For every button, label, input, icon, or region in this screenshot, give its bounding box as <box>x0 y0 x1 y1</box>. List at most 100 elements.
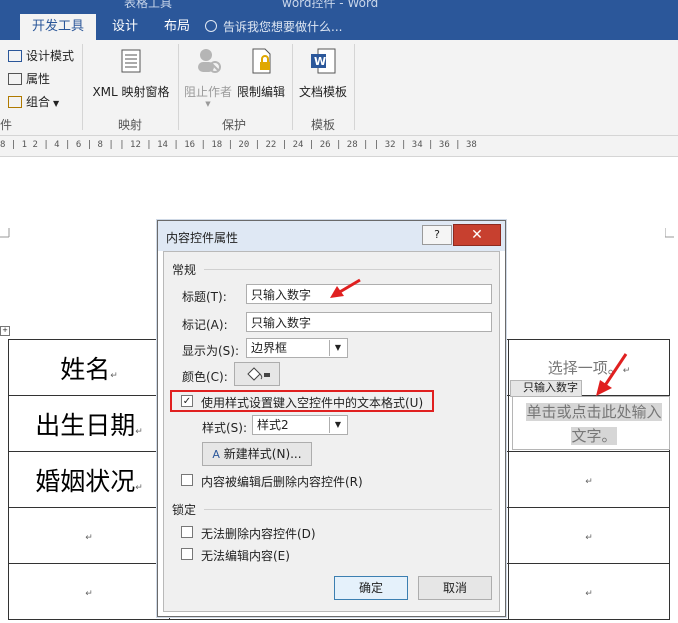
ruler-scale: 8 | 1 2 | 4 | 6 | 8 | | 12 | 14 | 16 | 1… <box>0 140 477 150</box>
properties-button[interactable]: 属性 <box>8 70 50 87</box>
design-mode-icon <box>8 50 22 62</box>
close-button[interactable]: ✕ <box>453 224 501 246</box>
group-button[interactable]: 组合 ▼ <box>8 93 59 110</box>
paragraph-mark: ↵ <box>585 532 593 543</box>
general-section-heading: 常规 <box>172 263 197 277</box>
tab-design[interactable]: 设计 <box>104 14 146 40</box>
table-cell[interactable]: ↵ <box>8 563 170 620</box>
context-tab-title: 表格工具 <box>124 0 173 10</box>
content-control-placeholder[interactable]: 单击或点击此处输入文字。 <box>522 400 666 448</box>
tag-input[interactable]: 只输入数字 <box>246 312 492 332</box>
birthdate-label: 出生日期 <box>35 410 136 440</box>
show-as-select[interactable]: 边界框 ▼ <box>246 338 348 358</box>
paragraph-mark: ↵ <box>585 476 593 487</box>
lightbulb-icon <box>205 20 217 32</box>
color-label: 颜色(C): <box>182 370 228 384</box>
table-cell[interactable]: ↵ <box>8 507 170 564</box>
style-label: 样式(S): <box>202 421 248 435</box>
marital-status-label: 婚姻状况 <box>35 466 136 496</box>
controls-group-label: 件 <box>0 118 13 132</box>
block-authors-button[interactable]: 阻止作者 ▼ <box>182 46 234 108</box>
cannot-edit-label: 无法编辑内容(E) <box>201 549 290 563</box>
tab-developer[interactable]: 开发工具 <box>20 14 96 40</box>
locking-section-heading: 锁定 <box>172 503 197 517</box>
remove-after-edit-label: 内容被编辑后删除内容控件(R) <box>201 475 363 489</box>
chevron-down-icon: ▼ <box>329 417 346 433</box>
divider <box>82 44 83 130</box>
style-value: 样式2 <box>257 418 289 432</box>
style-select[interactable]: 样式2 ▼ <box>252 415 348 435</box>
paragraph-mark: ↵ <box>110 370 118 381</box>
help-button[interactable]: ? <box>422 225 452 245</box>
cannot-edit-checkbox[interactable] <box>181 548 193 560</box>
group-label: 组合 <box>26 95 51 109</box>
placeholder-text: 单击或点击此处输入文字。 <box>526 403 662 445</box>
table-cell[interactable]: 婚姻状况↵ <box>8 451 170 508</box>
document-title: word控件 - Word <box>282 0 379 10</box>
paragraph-mark: ↵ <box>135 482 143 493</box>
cancel-button[interactable]: 取消 <box>418 576 492 600</box>
use-style-label: 使用样式设置键入空控件中的文本格式(U) <box>201 396 424 410</box>
show-as-label: 显示为(S): <box>182 344 240 358</box>
table-move-handle[interactable]: + <box>0 326 10 336</box>
xml-mapping-icon <box>121 49 141 73</box>
word-template-icon: W <box>311 48 336 74</box>
annotation-arrow <box>596 353 628 396</box>
title-input[interactable]: 只输入数字 <box>246 284 492 304</box>
use-style-checkbox[interactable]: ✓ <box>181 395 193 407</box>
chevron-down-icon: ▼ <box>205 100 211 108</box>
new-style-icon: A <box>212 448 220 461</box>
divider <box>354 44 355 130</box>
title-label: 标题(T): <box>182 290 227 304</box>
content-control-tag-text: 只输入数字 <box>523 381 578 394</box>
document-template-label: 文档模板 <box>298 85 347 99</box>
tab-layout[interactable]: 布局 <box>156 14 198 40</box>
dialog-title: 内容控件属性 <box>166 231 239 245</box>
block-authors-label: 阻止作者 <box>183 85 232 99</box>
dialog-title-bar[interactable]: 内容控件属性 ? ✕ <box>158 221 505 251</box>
paragraph-mark: ↵ <box>585 588 593 599</box>
chevron-down-icon: ▼ <box>329 340 346 356</box>
cannot-delete-checkbox[interactable] <box>181 526 193 538</box>
name-label: 姓名 <box>60 354 111 384</box>
dialog-body: 常规 标题(T): 只输入数字 标记(A): 只输入数字 显示为(S): 边界框… <box>163 251 500 612</box>
content-control-properties-dialog: 内容控件属性 ? ✕ 常规 标题(T): 只输入数字 标记(A): 只输入数字 … <box>157 220 506 617</box>
templates-group-label: 模板 <box>311 118 336 132</box>
remove-after-edit-checkbox[interactable] <box>181 474 193 486</box>
protect-group-label: 保护 <box>222 118 247 132</box>
restrict-editing-button[interactable]: 限制编辑 <box>234 46 288 100</box>
block-authors-icon <box>198 49 221 73</box>
properties-label: 属性 <box>26 72 51 86</box>
ok-button[interactable]: 确定 <box>334 576 408 600</box>
divider <box>178 44 179 130</box>
document-template-button[interactable]: W 文档模板 <box>296 46 350 100</box>
color-picker-button[interactable] <box>234 362 280 386</box>
ribbon: 设计模式 属性 组合 ▼ 件 XML 映射窗格 映射 阻止作者 ▼ 限制编辑 保护… <box>0 40 678 136</box>
restrict-editing-label: 限制编辑 <box>236 85 285 99</box>
table-cell[interactable]: ↵ <box>508 563 670 620</box>
annotation-arrow <box>330 278 361 298</box>
restrict-editing-icon <box>252 48 271 74</box>
xml-mapping-label: XML 映射窗格 <box>92 85 170 99</box>
table-cell[interactable]: ↵ <box>508 451 670 508</box>
paragraph-mark: ↵ <box>85 588 93 599</box>
table-cell[interactable]: 姓名↵ <box>8 339 170 396</box>
tell-me-text: 告诉我您想要做什么... <box>223 20 343 34</box>
table-cell[interactable]: 出生日期↵ <box>8 395 170 452</box>
new-style-button[interactable]: A 新建样式(N)... <box>202 442 312 466</box>
group-icon <box>8 96 22 108</box>
table-cell[interactable]: ↵ <box>508 507 670 564</box>
new-style-label: 新建样式(N)... <box>223 447 302 461</box>
ribbon-tab-bar: 表格工具 word控件 - Word 开发工具 设计 布局 告诉我您想要做什么.… <box>0 0 678 40</box>
design-mode-button[interactable]: 设计模式 <box>8 47 74 64</box>
divider <box>292 44 293 130</box>
show-as-value: 边界框 <box>251 341 288 355</box>
content-control-tag[interactable]: 只输入数字 <box>510 380 582 397</box>
xml-mapping-button[interactable]: XML 映射窗格 <box>90 46 172 100</box>
paint-bucket-icon <box>247 367 270 381</box>
tag-label: 标记(A): <box>182 318 228 332</box>
paragraph-mark: ↵ <box>85 532 93 543</box>
horizontal-ruler[interactable]: 8 | 1 2 | 4 | 6 | 8 | | 12 | 14 | 16 | 1… <box>0 136 678 157</box>
design-mode-label: 设计模式 <box>26 49 75 63</box>
tell-me-search[interactable]: 告诉我您想要做什么... <box>205 14 342 40</box>
